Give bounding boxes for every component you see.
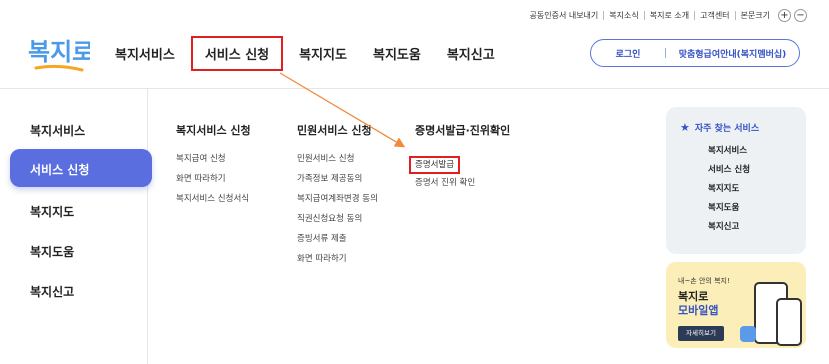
mobile-app-banner[interactable]: 내~손 안의 복지! 복지로 모바일앱 자세히보기 (666, 262, 806, 348)
menu-column-certificate: 증명서발급·진위확인 증명서발급 증명서 진위 확인 (409, 122, 510, 196)
zoom-in-button[interactable]: + (778, 9, 791, 22)
menu-link[interactable]: 증명서 진위 확인 (415, 176, 510, 196)
column-header[interactable]: 복지서비스 신청 (176, 122, 251, 138)
sidebar-item-welfare-report[interactable]: 복지신고 (30, 283, 74, 300)
menu-link[interactable]: 복지급여계좌변경 동의 (297, 192, 378, 212)
favorites-panel: ★ 자주 찾는 서비스 복지서비스 서비스 신청 복지지도 복지도움 복지신고 (666, 107, 806, 254)
utility-link-cert[interactable]: 공동인증서 내보내기 (525, 11, 604, 20)
menu-link[interactable]: 복지급여 신청 (176, 152, 251, 172)
logo-text: 복지로 (28, 38, 90, 66)
menu-link[interactable]: 직권신청요청 동의 (297, 212, 378, 232)
utility-bar: 공동인증서 내보내기 복지소식 복지로 소개 고객센터 본문크기 + − (525, 9, 807, 22)
menu-column-civil-apply: 민원서비스 신청 민원서비스 신청 가족정보 제공동의 복지급여계좌변경 동의 … (297, 122, 378, 272)
gnb-item-welfare-help[interactable]: 복지도움 (363, 36, 431, 71)
login-button[interactable]: 로그인 (591, 47, 665, 60)
favorites-item[interactable]: 복지서비스 (680, 144, 806, 163)
banner-subtitle: 내~손 안의 복지! (678, 277, 730, 285)
column-header[interactable]: 증명서발급·진위확인 (415, 122, 510, 138)
menu-column-welfare-apply: 복지서비스 신청 복지급여 신청 화면 따라하기 복지서비스 신청서식 (176, 122, 251, 212)
utility-font-size-label: 본문크기 (734, 11, 775, 20)
banner-more-button[interactable]: 자세히보기 (678, 326, 724, 341)
gnb-item-service-apply[interactable]: 서비스 신청 (190, 36, 284, 71)
menu-link-certificate-issue[interactable]: 증명서발급 (409, 156, 461, 174)
menu-link[interactable]: 복지서비스 신청서식 (176, 192, 251, 212)
menu-link[interactable]: 화면 따라하기 (176, 172, 251, 192)
favorites-item[interactable]: 복지신고 (680, 220, 806, 239)
gnb-item-welfare-map[interactable]: 복지지도 (289, 36, 357, 71)
favorites-item[interactable]: 복지도움 (680, 201, 806, 220)
gnb-item-welfare-report[interactable]: 복지신고 (437, 36, 505, 71)
banner-title-app: 모바일앱 (678, 304, 719, 317)
favorites-title: ★ 자주 찾는 서비스 (680, 121, 806, 134)
membership-button[interactable]: 맞춤형급여안내(복지멤버십) (666, 47, 799, 60)
sidebar-item-service-apply[interactable]: 서비스 신청 (10, 149, 152, 187)
menu-link[interactable]: 민원서비스 신청 (297, 152, 378, 172)
utility-link-support[interactable]: 고객센터 (694, 11, 734, 20)
logo-graphic: 복지로 (28, 38, 94, 72)
menu-link[interactable]: 가족정보 제공동의 (297, 172, 378, 192)
favorites-title-text: 자주 찾는 서비스 (694, 124, 760, 134)
app-icon (740, 326, 756, 342)
phone-illustration (776, 298, 802, 346)
login-pill: 로그인 맞춤형급여안내(복지멤버십) (590, 39, 800, 67)
utility-link-news[interactable]: 복지소식 (603, 11, 643, 20)
main-navigation: 복지서비스 서비스 신청 복지지도 복지도움 복지신고 (105, 36, 511, 71)
favorites-item[interactable]: 서비스 신청 (680, 163, 806, 182)
favorites-item[interactable]: 복지지도 (680, 182, 806, 201)
utility-link-about[interactable]: 복지로 소개 (643, 11, 694, 20)
sidebar-item-welfare-help[interactable]: 복지도움 (30, 243, 74, 260)
zoom-out-button[interactable]: − (794, 9, 807, 22)
column-header[interactable]: 민원서비스 신청 (297, 122, 378, 138)
sidebar: 복지서비스 서비스 신청 복지지도 복지도움 복지신고 (0, 89, 152, 364)
site-logo[interactable]: 복지로 (26, 30, 94, 74)
menu-link[interactable]: 화면 따라하기 (297, 252, 378, 272)
sidebar-item-welfare-service[interactable]: 복지서비스 (30, 122, 85, 139)
sidebar-item-welfare-map[interactable]: 복지지도 (30, 203, 74, 220)
star-icon: ★ (680, 121, 690, 134)
menu-link[interactable]: 증빙서류 제출 (297, 232, 378, 252)
gnb-item-welfare-service[interactable]: 복지서비스 (105, 36, 185, 71)
